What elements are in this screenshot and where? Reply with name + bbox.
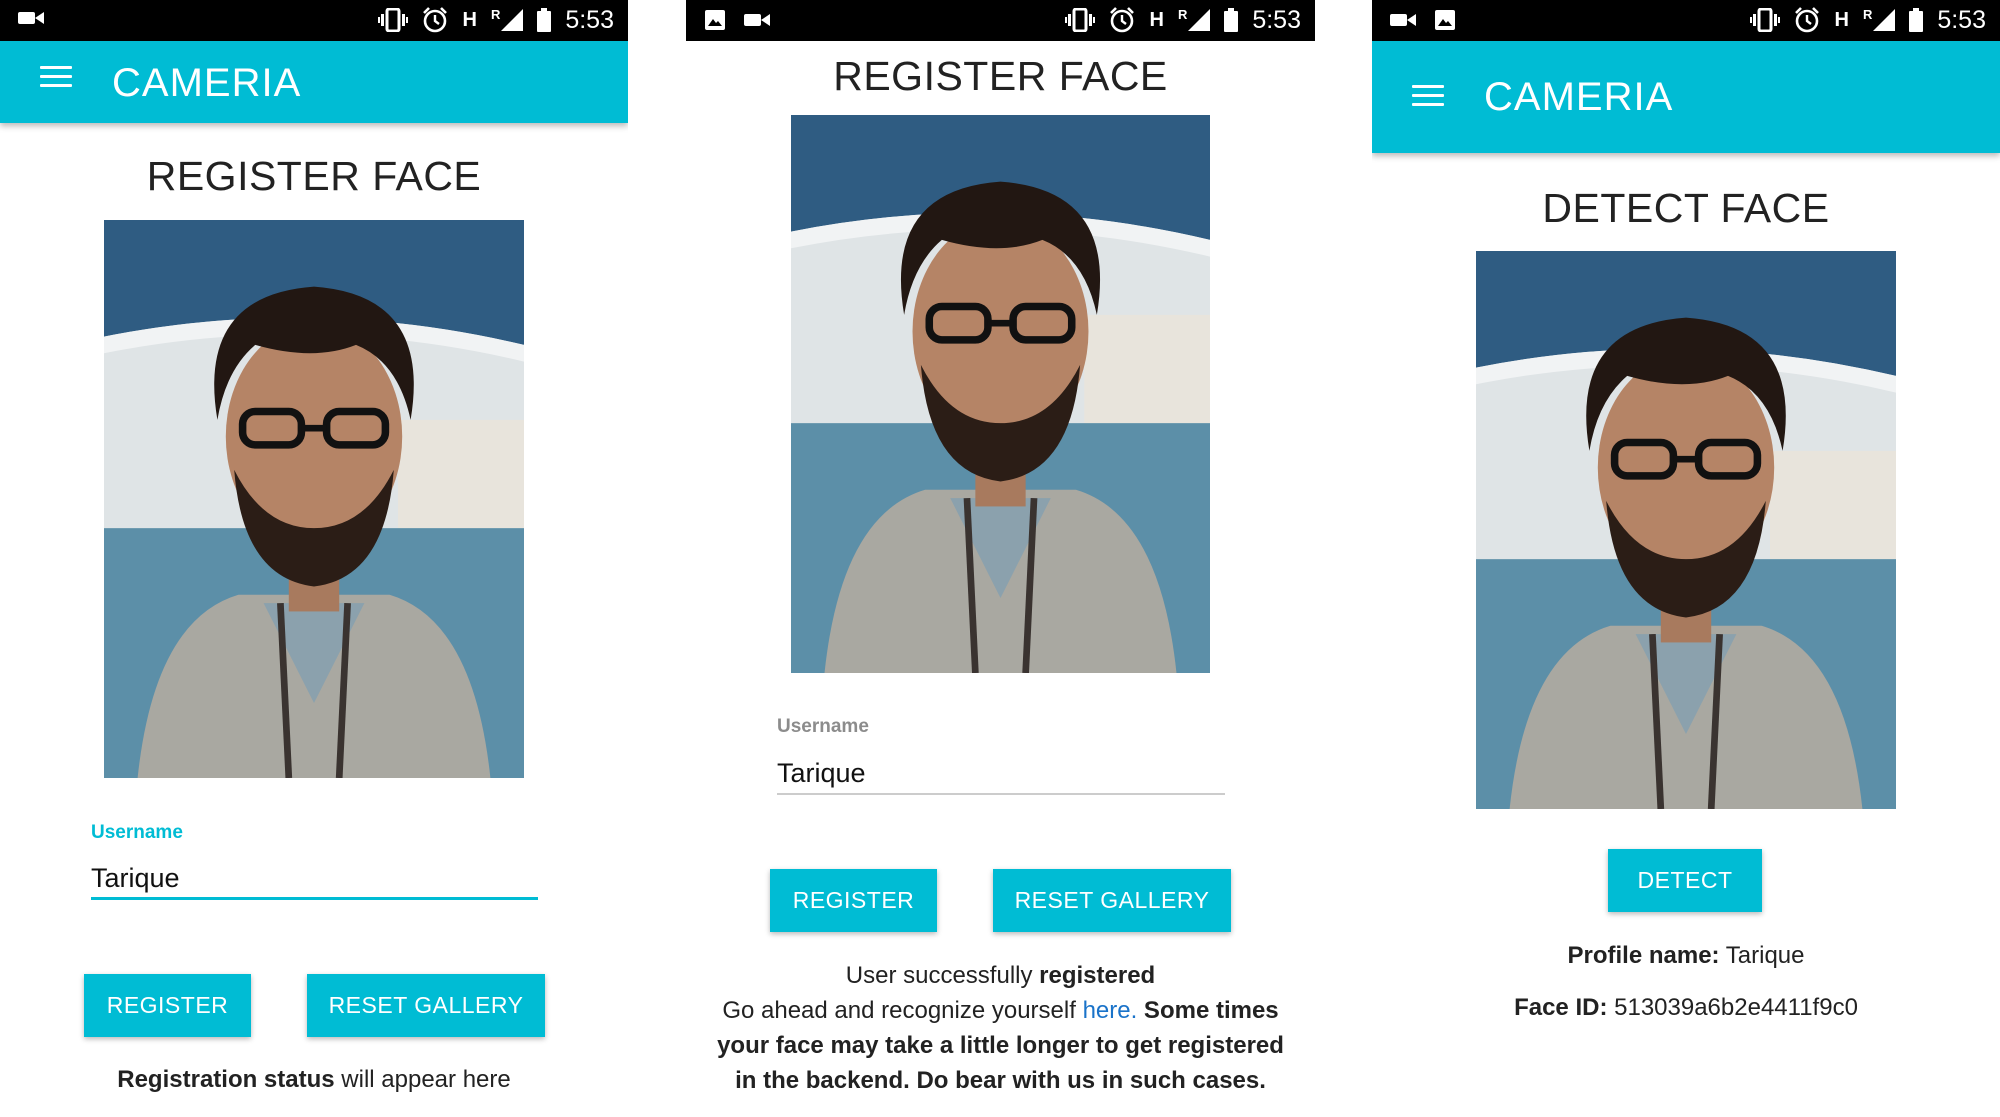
status-time: 5:53: [1937, 5, 1986, 34]
username-input[interactable]: [777, 752, 1223, 794]
register-button[interactable]: REGISTER: [770, 869, 937, 932]
screen-register-face-success: H R 5:53 REGISTER FACE Username REGISTER…: [686, 0, 1315, 1117]
hamburger-menu-icon[interactable]: [40, 66, 72, 90]
vibrate-icon: [1750, 8, 1780, 32]
status-line2-bold: Some times: [1137, 997, 1279, 1024]
reset-gallery-button[interactable]: RESET GALLERY: [307, 974, 545, 1037]
network-type-label: H: [1149, 8, 1164, 31]
username-underline: [777, 793, 1225, 795]
status-bar: H R 5:53: [0, 0, 628, 41]
status-line4: in the backend. Do bear with us in such …: [735, 1067, 1266, 1094]
status-line3: your face may take a little longer to ge…: [717, 1032, 1284, 1059]
signal-icon: [1188, 9, 1210, 31]
alarm-icon: [1794, 7, 1820, 33]
register-button[interactable]: REGISTER: [84, 974, 251, 1037]
image-icon: [1434, 9, 1456, 31]
status-time: 5:53: [1252, 5, 1301, 34]
app-title: CAMERIA: [1484, 75, 1674, 119]
recognize-here-link[interactable]: here.: [1083, 997, 1138, 1024]
face-photo: [104, 220, 524, 778]
signal-icon: [501, 9, 523, 31]
roaming-label: R: [1862, 6, 1873, 22]
face-photo: [1476, 251, 1896, 809]
face-id-value: 513039a6b2e4411f9c0: [1607, 994, 1858, 1021]
status-plain-text: will appear here: [334, 1066, 511, 1093]
app-title: CAMERIA: [112, 61, 302, 105]
profile-name-value: Tarique: [1719, 942, 1805, 969]
status-line1-plain: User successfully: [845, 962, 1040, 989]
alarm-icon: [422, 7, 448, 33]
video-camera-icon: [744, 11, 770, 29]
image-icon: [704, 9, 726, 31]
face-id-label: Face ID:: [1514, 994, 1608, 1021]
battery-icon: [1909, 8, 1923, 32]
app-bar: CAMERIA: [0, 41, 628, 123]
registration-status: User successfully registered Go ahead an…: [686, 958, 1315, 1098]
screen-register-face-empty: H R 5:53 CAMERIA REGISTER FACE Username …: [0, 0, 628, 1117]
page-title: REGISTER FACE: [833, 53, 1168, 99]
app-bar: CAMERIA: [1372, 41, 2000, 153]
status-line1-bold: registered: [1039, 962, 1156, 989]
video-camera-icon: [1390, 11, 1416, 29]
status-time: 5:53: [565, 5, 614, 34]
profile-name-line: Profile name: Tarique: [1372, 938, 2000, 973]
status-bar: H R 5:53: [686, 0, 1315, 41]
alarm-icon: [1109, 7, 1135, 33]
network-type-label: H: [462, 8, 477, 31]
face-photo: [791, 115, 1210, 673]
status-line2-plain: Go ahead and recognize yourself: [722, 997, 1083, 1024]
network-type-label: H: [1834, 8, 1849, 31]
detect-button[interactable]: DETECT: [1608, 849, 1762, 912]
page-title: REGISTER FACE: [146, 153, 482, 199]
roaming-label: R: [490, 6, 501, 22]
vibrate-icon: [378, 8, 408, 32]
username-input[interactable]: [91, 857, 537, 899]
reset-gallery-button[interactable]: RESET GALLERY: [993, 869, 1231, 932]
username-underline: [91, 897, 538, 900]
vibrate-icon: [1065, 8, 1095, 32]
registration-status: Registration status will appear here: [0, 1062, 628, 1097]
status-bar: H R 5:53: [1372, 0, 2000, 41]
signal-icon: [1873, 9, 1895, 31]
page-title: DETECT FACE: [1542, 185, 1830, 231]
battery-icon: [1224, 8, 1238, 32]
roaming-label: R: [1177, 6, 1188, 22]
hamburger-menu-icon[interactable]: [1412, 85, 1444, 109]
video-camera-icon: [18, 9, 44, 27]
username-label: Username: [777, 716, 869, 737]
battery-icon: [537, 8, 551, 32]
username-label: Username: [91, 822, 183, 843]
screen-detect-face: H R 5:53 CAMERIA DETECT FACE DETECT Prof…: [1372, 0, 2000, 1117]
face-id-line: Face ID: 513039a6b2e4411f9c0: [1372, 990, 2000, 1025]
status-bold-text: Registration status: [117, 1066, 335, 1093]
profile-name-label: Profile name:: [1567, 942, 1720, 969]
